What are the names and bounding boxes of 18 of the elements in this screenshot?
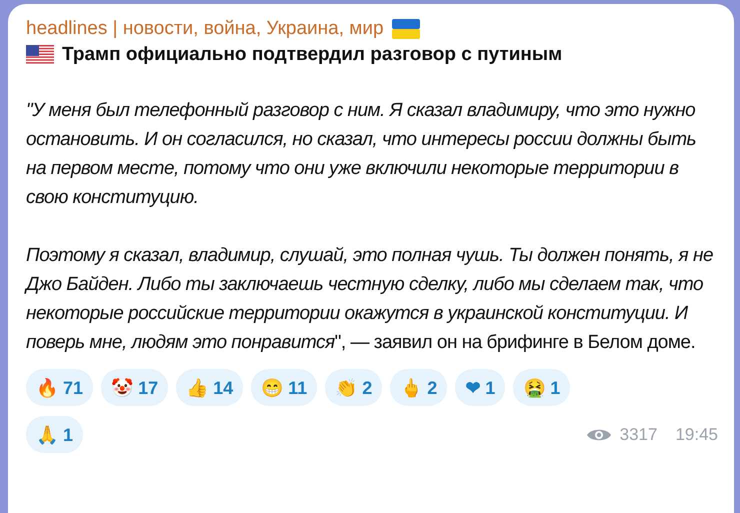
- reaction-button[interactable]: 🖕 2: [390, 369, 448, 406]
- reaction-button[interactable]: ❤ 1: [455, 369, 506, 406]
- reaction-button[interactable]: 👏 2: [325, 369, 382, 406]
- reaction-button[interactable]: 🙏 1: [26, 416, 84, 453]
- message-time: 19:45: [675, 425, 718, 445]
- eye-icon: [586, 427, 612, 443]
- reaction-button[interactable]: 🤮 1: [513, 369, 570, 406]
- reaction-button[interactable]: 🔥 71: [26, 369, 94, 406]
- quote-paragraph: Поэтому я сказал, владимир, слушай, это полная чушь. Ты должен понять, я не Джо Байден. Либо ты заключаешь честную сделку, либо мы сделаем так, что некоторые российские территории окажутся в украинской конституции. И поверь мне, людям это понравится", — заявил он на брифинге в Белом доме.: [26, 244, 714, 355]
- ukraine-flag-icon: [392, 19, 420, 39]
- reaction-button[interactable]: 😁 11: [251, 369, 318, 406]
- view-count: 3317: [620, 425, 658, 445]
- us-flag-icon: [26, 45, 54, 65]
- quote-paragraph: "У меня был телефонный разговор с ним. Я сказал владимиру, что это нужно остановить. И он согласился, но сказал, что интересы россии должны быть на первом месте, потому что они уже включили некоторые территории в свою конституцию.: [26, 99, 698, 210]
- message-title: Трамп официально подтвердил разговор с путиным: [62, 44, 562, 66]
- channel-name[interactable]: headlines | новости, война, Украина, мир: [26, 18, 384, 40]
- reaction-button[interactable]: 🤡 17: [101, 369, 168, 406]
- reaction-button[interactable]: 👍 14: [176, 369, 244, 406]
